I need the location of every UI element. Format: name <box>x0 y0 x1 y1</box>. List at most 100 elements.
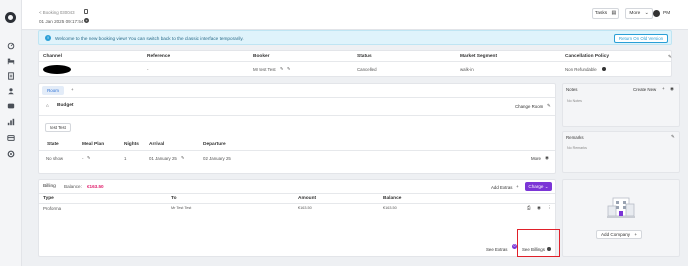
tasks-icon: ▤ <box>611 11 617 16</box>
col-balance: Balance <box>383 196 402 201</box>
divider <box>39 115 555 116</box>
see-extras-button[interactable]: See Extras <box>486 247 507 252</box>
app-logo[interactable] <box>5 12 16 23</box>
billing-type-value: Proforma <box>43 206 62 211</box>
col-booker: Booker <box>253 54 270 59</box>
bed-icon[interactable] <box>7 57 15 65</box>
divider <box>39 203 555 204</box>
create-new-note-button[interactable]: Create New <box>633 87 656 92</box>
edit-dates-icon[interactable]: ✎ <box>181 155 184 160</box>
tab-add-room[interactable]: + <box>71 87 74 92</box>
market-segment-value: walk-in <box>460 67 474 72</box>
col-to: To <box>171 196 177 201</box>
tab-room[interactable]: Room <box>42 86 64 95</box>
divider <box>39 97 555 98</box>
plus-icon: + <box>634 232 638 237</box>
remarks-empty: No Remarks <box>567 146 587 150</box>
tasks-button[interactable]: Tasks ▤ <box>592 8 619 19</box>
user-avatar[interactable] <box>653 10 660 17</box>
plus-icon[interactable]: + <box>662 86 665 91</box>
change-room-button[interactable]: Change Room <box>515 104 543 109</box>
balance-value: €163.50 <box>87 184 104 189</box>
room-panel: Room + ⌂ Budget Change Room ✎ test Test … <box>38 83 556 174</box>
billing-icon[interactable] <box>7 134 15 141</box>
divider <box>39 61 671 62</box>
user-initials[interactable]: PM <box>663 11 670 16</box>
billing-panel: Billing Balance: €163.50 Add Extras + Ch… <box>38 179 556 257</box>
print-icon[interactable]: ⎙ <box>527 205 531 210</box>
booking-info-table: Channel Reference Booker Status Market S… <box>38 50 672 77</box>
return-old-version-button[interactable]: Return On Old Version <box>614 34 668 43</box>
more-label: More <box>629 11 641 16</box>
edit-icon[interactable]: ✎ <box>547 103 551 109</box>
sidebar <box>0 0 22 266</box>
balance-label: Balance: <box>64 184 82 189</box>
room-type-name: Budget <box>57 103 74 108</box>
col-arrival: Arrival <box>149 142 165 147</box>
eye-icon[interactable]: ◉ <box>670 86 674 92</box>
col-status: Status <box>357 54 372 59</box>
reference-value: - <box>147 67 149 72</box>
eye-icon[interactable]: ◉ <box>545 155 549 161</box>
messages-icon[interactable] <box>7 102 15 109</box>
add-company-button[interactable]: Add Company + <box>596 230 642 239</box>
col-amount: Amount <box>298 196 317 201</box>
bed-icon: ⌂ <box>46 103 49 108</box>
col-meal-plan: Meal Plan <box>82 142 105 147</box>
edit-meal-plan-icon[interactable]: ✎ <box>87 155 90 160</box>
charge-button[interactable]: Charge ⌄ <box>525 182 552 191</box>
col-cancellation-policy: Cancellation Policy <box>565 54 609 59</box>
policy-info-icon[interactable] <box>602 67 606 71</box>
billing-to-value: Mr Test Test <box>171 206 192 210</box>
edit-icon[interactable]: ✎ <box>671 134 675 140</box>
charge-label: Charge <box>528 184 544 189</box>
room-more-button[interactable]: More <box>531 156 541 161</box>
building-illustration-icon <box>607 196 635 220</box>
company-panel: Add Company + <box>562 179 680 257</box>
col-state: State <box>47 142 59 147</box>
edit-icon[interactable]: ✎ <box>668 54 672 60</box>
cancellation-policy-value: Non Refundable <box>565 67 597 72</box>
meal-plan-value: - <box>82 156 84 161</box>
guest-chip[interactable]: test Test <box>45 123 71 132</box>
nights-value: 1 <box>124 156 127 161</box>
notes-panel: Notes Create New + ◉ No Notes <box>562 83 680 127</box>
bookings-icon[interactable] <box>7 72 15 80</box>
breadcrumb[interactable]: < Booking 030043 <box>39 10 75 15</box>
channel-logo <box>43 65 71 74</box>
more-dropdown[interactable]: More ⌄ <box>625 8 653 19</box>
divider <box>39 150 555 151</box>
chevron-down-icon: ⌄ <box>644 11 649 16</box>
add-extras-button[interactable]: Add Extras <box>491 185 512 190</box>
state-value: No show <box>46 156 64 161</box>
col-reference: Reference <box>147 54 171 59</box>
status-value: Cancelled <box>357 67 377 72</box>
plus-icon[interactable]: + <box>516 184 519 189</box>
copy-icon[interactable] <box>84 9 88 14</box>
col-type: Type <box>43 196 54 201</box>
billing-title: Billing <box>43 184 56 189</box>
settings-icon[interactable] <box>7 150 15 158</box>
dashboard-icon[interactable] <box>7 42 15 50</box>
add-company-label: Add Company <box>600 232 631 237</box>
departure-value: 02 January 25 <box>203 156 231 161</box>
remarks-title: Remarks <box>566 135 584 140</box>
banner-text: Welcome to the new booking view! You can… <box>55 36 244 41</box>
add-circle-icon[interactable]: + <box>84 18 89 23</box>
col-market-segment: Market Segment <box>460 54 498 59</box>
edit-booker-icon[interactable]: ✎ <box>287 66 290 71</box>
kebab-menu-icon[interactable]: ⋮ <box>547 205 552 211</box>
tasks-label: Tasks <box>594 11 608 16</box>
booker-value[interactable]: Mr test Test <box>253 67 276 72</box>
info-banner: ! Welcome to the new booking view! You c… <box>38 30 672 45</box>
link-icon[interactable]: ✎ <box>280 66 283 71</box>
guests-icon[interactable] <box>7 87 15 95</box>
col-departure: Departure <box>203 142 226 147</box>
info-icon: ! <box>45 35 51 41</box>
notes-empty: No Notes <box>567 99 582 103</box>
eye-icon[interactable]: ◉ <box>537 205 541 211</box>
divider <box>39 193 555 194</box>
col-channel: Channel <box>43 54 62 59</box>
reports-icon[interactable] <box>7 118 15 126</box>
billing-balance-value: €163.50 <box>383 206 397 210</box>
